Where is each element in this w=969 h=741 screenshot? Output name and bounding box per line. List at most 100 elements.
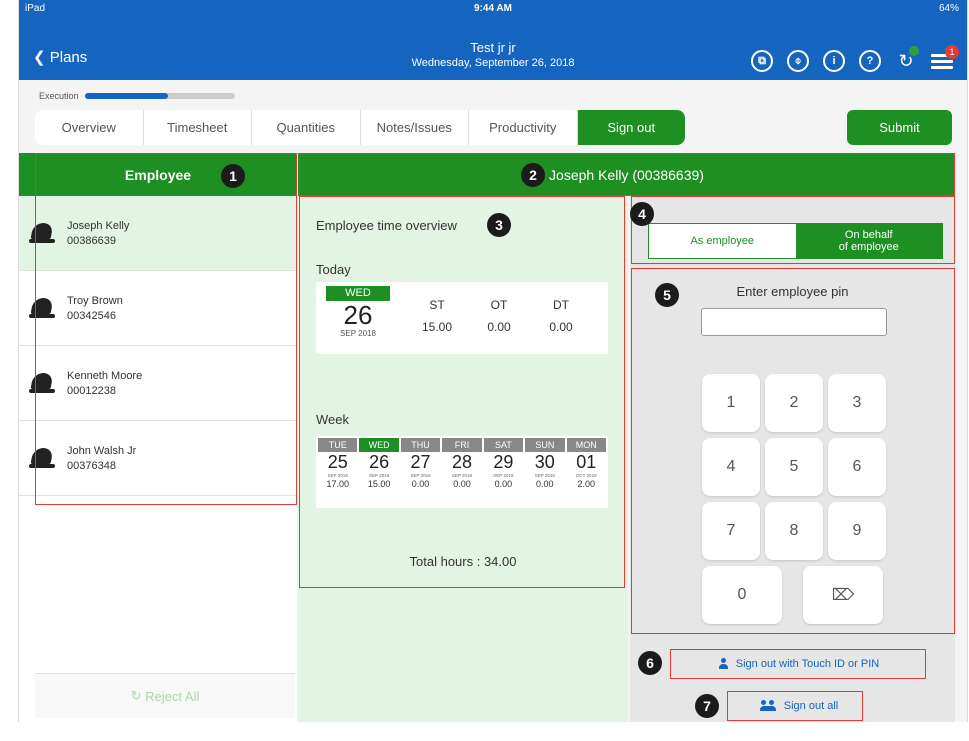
as-employee-button[interactable]: As employee: [649, 224, 796, 258]
week-hours: 2.00: [577, 479, 595, 489]
keypad-key-2[interactable]: 2: [765, 374, 823, 432]
info-icon[interactable]: i: [823, 50, 845, 72]
week-day-num: 27: [410, 452, 431, 472]
week-day: TUE 25 SEP 2018 17.00: [318, 438, 358, 506]
week-month: OCT 2018: [575, 473, 597, 478]
keypad-key-7[interactable]: 7: [702, 502, 760, 560]
time-overview-panel: Employee time overview Today WED 26 SEP …: [298, 196, 628, 722]
employee-name: John Walsh Jr: [67, 444, 137, 457]
status-time: 9:44 AM: [474, 3, 512, 14]
hardhat-icon: [29, 298, 55, 318]
hours-value: 0.00: [487, 320, 511, 334]
undo-icon: ↻: [130, 688, 146, 703]
keypad-key-4[interactable]: 4: [702, 438, 760, 496]
keypad-key-5[interactable]: 5: [765, 438, 823, 496]
week-dow: WED: [359, 438, 399, 452]
employee-id: 00386639: [67, 234, 116, 247]
week-day: FRI 28 SEP 2018 0.00: [442, 438, 482, 506]
week-day: SUN 30 SEP 2018 0.00: [525, 438, 565, 506]
annotation-marker-4: 4: [630, 202, 654, 226]
copy-icon[interactable]: ⧉: [751, 50, 773, 72]
sync-icon[interactable]: ↻: [895, 46, 919, 72]
signout-touch-label: Sign out with Touch ID or PIN: [735, 657, 880, 670]
employee-id: 00012238: [67, 384, 116, 397]
signout-mode-toggle: As employee On behalf of employee: [648, 223, 943, 259]
employee-list-item[interactable]: Troy Brown 00342546: [19, 271, 297, 346]
tab-productivity[interactable]: Productivity: [469, 110, 578, 145]
keypad-key-8[interactable]: 8: [765, 502, 823, 560]
header-actions: ⧉ ⌽ i ? ↻ 1: [751, 45, 959, 72]
tab-sign-out[interactable]: Sign out: [577, 110, 685, 145]
hours-type-label: OT: [490, 298, 508, 312]
status-battery: 64%: [938, 3, 959, 14]
pin-input[interactable]: [701, 308, 887, 336]
app-header: iPad 9:44 AM 64% ❮ Plans Test jr jr Wedn…: [19, 0, 967, 80]
submit-button[interactable]: Submit: [847, 110, 952, 145]
annotation-marker-5: 5: [655, 283, 679, 307]
employee-name: Kenneth Moore: [67, 369, 143, 382]
tab-timesheet[interactable]: Timesheet: [144, 110, 252, 145]
reject-all-button[interactable]: ↻ Reject All: [35, 673, 295, 718]
selected-employee-header: Joseph Kelly (00386639): [298, 153, 955, 196]
keypad-key-1[interactable]: 1: [702, 374, 760, 432]
week-month: SEP 2018: [369, 473, 390, 478]
annotation-marker-2: 2: [521, 163, 545, 187]
week-day-num: 28: [451, 452, 472, 472]
keypad-key-0[interactable]: 0: [702, 566, 782, 624]
signout-all-label: Sign out all: [783, 699, 839, 712]
backspace-key[interactable]: ⌦: [803, 566, 883, 624]
week-hours: 0.00: [494, 479, 513, 489]
menu-icon[interactable]: 1: [931, 45, 959, 71]
employee-list-item[interactable]: John Walsh Jr 00376348: [19, 421, 297, 496]
tab-notes-issues[interactable]: Notes/Issues: [361, 110, 469, 145]
signout-all-button[interactable]: Sign out all: [729, 692, 869, 719]
week-label: Week: [316, 412, 349, 427]
week-dow: FRI: [442, 438, 482, 452]
trash-icon[interactable]: ⌽: [787, 50, 809, 72]
week-dow: TUE: [318, 438, 358, 452]
keypad-key-3[interactable]: 3: [828, 374, 886, 432]
today-label: Today: [316, 262, 351, 277]
today-month: SEP 2018: [340, 329, 376, 338]
person-icon: [718, 658, 728, 669]
total-hours: Total hours : 34.00: [409, 554, 517, 569]
today-date: WED 26 SEP 2018: [326, 286, 390, 338]
sync-ok-dot: [909, 46, 919, 56]
keypad-key-6[interactable]: 6: [828, 438, 886, 496]
annotation-marker-3: 3: [487, 213, 511, 237]
tab-overview[interactable]: Overview: [35, 110, 144, 145]
on-behalf-line1: On behalf: [844, 229, 893, 241]
week-day-num: 29: [493, 452, 514, 472]
overview-title: Employee time overview: [316, 218, 457, 233]
hardhat-icon: [29, 448, 55, 468]
week-month: SEP 2018: [410, 473, 431, 478]
employee-panel: Employee Joseph Kelly 00386639 Troy Brow…: [19, 153, 297, 722]
reject-all-label: Reject All: [145, 688, 200, 704]
keypad-key-9[interactable]: 9: [828, 502, 886, 560]
employee-name: Joseph Kelly: [67, 219, 130, 232]
progress-label: Execution: [39, 91, 79, 101]
annotation-marker-6: 6: [638, 651, 662, 675]
week-dow: MON: [566, 438, 606, 452]
week-month: SEP 2018: [534, 473, 555, 478]
employee-list-item[interactable]: Kenneth Moore 00012238: [19, 346, 297, 421]
week-hours: 15.00: [367, 479, 391, 489]
signout-touch-id-button[interactable]: Sign out with Touch ID or PIN: [671, 650, 927, 677]
tab-quantities[interactable]: Quantities: [252, 110, 361, 145]
today-dow: WED: [326, 286, 390, 301]
today-dt: DT 0.00: [536, 298, 586, 334]
week-month: SEP 2018: [327, 473, 348, 478]
hardhat-icon: [29, 223, 55, 243]
hours-type-label: ST: [429, 298, 445, 312]
employee-list-item[interactable]: Joseph Kelly 00386639: [19, 196, 297, 271]
hours-value: 0.00: [549, 320, 573, 334]
week-dow: SUN: [525, 438, 565, 452]
week-day-num: 26: [369, 452, 390, 472]
execution-progress-bar: [85, 93, 235, 99]
today-card: WED 26 SEP 2018 ST 15.00 OT 0.00 DT 0.00: [316, 282, 608, 354]
help-icon[interactable]: ?: [859, 50, 881, 72]
week-month: SEP 2018: [451, 473, 473, 478]
on-behalf-button[interactable]: On behalf of employee: [795, 224, 942, 258]
employee-name: Troy Brown: [67, 294, 123, 307]
today-day: 26: [343, 300, 373, 330]
